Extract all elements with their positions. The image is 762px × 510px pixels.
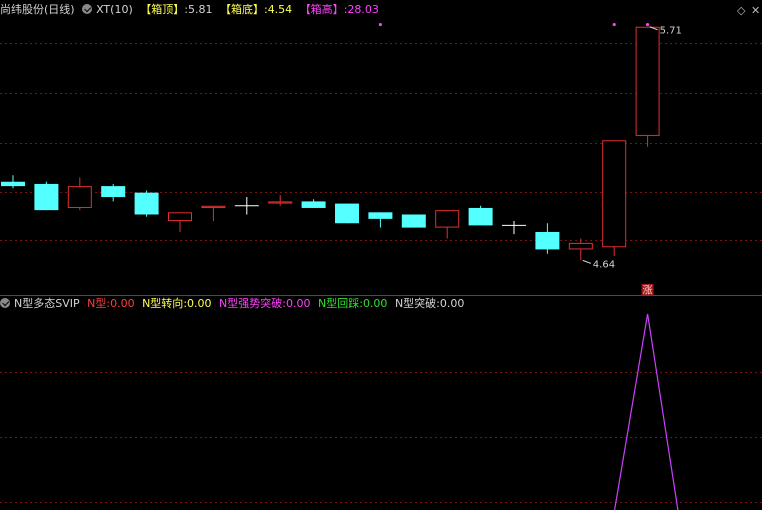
- close-button[interactable]: ✕: [751, 4, 760, 17]
- n-type-value: 0.00: [110, 297, 135, 310]
- n-turn-label: N型转向: [142, 297, 184, 310]
- n-turn-value: 0.00: [187, 297, 212, 310]
- stock-label[interactable]: 尚纬股份(日线): [0, 3, 75, 16]
- candle-body: [401, 214, 426, 228]
- chart-canvas[interactable]: 5.71 4.64 涨: [0, 0, 762, 510]
- low-arrow: [582, 259, 591, 264]
- candle-body: [201, 205, 226, 208]
- box-height-value: 28.03: [347, 3, 379, 16]
- candle-body: [34, 183, 59, 211]
- low-price-label: 4.64: [593, 259, 615, 270]
- sub-indicator-toggle-icon[interactable]: [0, 298, 10, 308]
- candle-body: [335, 203, 359, 224]
- candle-body: [368, 212, 393, 219]
- main-panel-header: 尚纬股份(日线) XT(10) 【箱顶】:5.81 【箱底】:4.54 【箱高】…: [0, 2, 383, 18]
- n-strong-break-value: 0.00: [285, 297, 311, 310]
- signal-dot: [646, 22, 650, 27]
- n-type-label: N型: [87, 297, 107, 310]
- candle-body: [168, 212, 192, 222]
- n-break-label: N型突破: [394, 297, 437, 310]
- n-pullback-value: 0.00: [362, 297, 388, 310]
- candle-body: [568, 242, 593, 250]
- candle-body: [101, 186, 126, 198]
- candle-body: [602, 140, 627, 248]
- candle-body: [301, 201, 326, 208]
- indicator-toggle-icon[interactable]: [82, 4, 93, 14]
- n-pullback-label: N型回踩: [317, 297, 360, 310]
- candle-body: [635, 26, 660, 136]
- box-top-value: 5.81: [187, 3, 213, 16]
- n-strong-break-label: N型强势突破: [219, 297, 283, 310]
- zhang-badge-label: 涨: [643, 285, 653, 297]
- box-height-label: 【箱高】: [299, 3, 344, 16]
- sub-panel-header: N型多态SVIP N型:0.00 N型转向:0.00 N型强势突破:0.00 N…: [0, 296, 468, 312]
- candle-body: [468, 207, 493, 226]
- candle-body: [1, 181, 25, 187]
- stock-chart-window: 5.71 4.64 涨 尚纬股份(日线) XT(10) 【箱顶】:5.81 【箱底】…: [0, 0, 762, 510]
- high-price-label: 5.71: [660, 26, 682, 37]
- signal-dot: [378, 22, 382, 27]
- indicator-name[interactable]: XT(10): [96, 3, 133, 16]
- box-top-label: 【箱顶】: [140, 3, 185, 16]
- signal-dot: [612, 22, 616, 27]
- candle-body: [535, 231, 560, 250]
- n-type-signal-line: [613, 313, 679, 510]
- box-bottom-label: 【箱底】: [219, 3, 264, 16]
- sub-indicator-name[interactable]: N型多态SVIP: [14, 297, 80, 310]
- candle-body: [134, 192, 159, 215]
- settings-button[interactable]: ◇: [737, 4, 745, 17]
- candle-body: [67, 186, 92, 208]
- candle-body: [268, 201, 293, 204]
- n-break-value: 0.00: [439, 297, 465, 310]
- candle-body: [435, 210, 460, 228]
- box-bottom-value: 4.54: [267, 3, 293, 16]
